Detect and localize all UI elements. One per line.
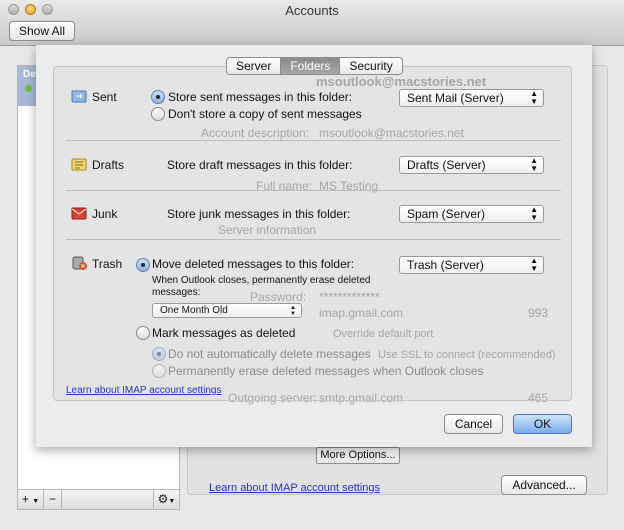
store-sent-label: Store sent messages in this folder: bbox=[168, 90, 353, 104]
junk-folder-select[interactable]: Spam (Server) ▲ ▼ bbox=[399, 205, 544, 223]
window-title: Accounts bbox=[285, 3, 339, 18]
gear-icon[interactable]: ⚙▼ bbox=[153, 490, 179, 509]
trash-folder-select[interactable]: Trash (Server) ▲ ▼ bbox=[399, 256, 544, 274]
advanced-button[interactable]: Advanced... bbox=[501, 475, 587, 495]
mark-deleted-label: Mark messages as deleted bbox=[152, 326, 296, 340]
trash-folder-icon bbox=[72, 256, 87, 270]
tab-folders[interactable]: Folders bbox=[281, 58, 341, 74]
tab-bar: Server Folders Security bbox=[226, 57, 403, 75]
tab-content: Sent Store sent messages in this folder:… bbox=[53, 66, 572, 401]
junk-text: Store junk messages in this folder: bbox=[167, 207, 351, 221]
sent-folder-icon bbox=[71, 90, 87, 103]
erase-age-select[interactable]: One Month Old ▲ ▼ bbox=[152, 303, 302, 318]
drafts-label: Drafts bbox=[92, 158, 125, 172]
mark-deleted-radio[interactable] bbox=[136, 326, 150, 340]
tab-security[interactable]: Security bbox=[340, 58, 401, 74]
show-all-button[interactable]: Show All bbox=[9, 21, 75, 41]
learn-imap-link[interactable]: Learn about IMAP account settings bbox=[66, 385, 221, 396]
title-bar: Accounts Show All bbox=[0, 0, 624, 46]
folders-sheet: Sent Store sent messages in this folder:… bbox=[36, 45, 592, 447]
status-online-icon bbox=[25, 85, 32, 92]
erase-on-close-radio[interactable] bbox=[152, 364, 166, 378]
drafts-folder-select[interactable]: Drafts (Server) ▲ ▼ bbox=[399, 156, 544, 174]
junk-folder-icon bbox=[71, 207, 87, 220]
divider bbox=[66, 140, 561, 141]
store-sent-radio[interactable] bbox=[151, 90, 165, 104]
more-options-button[interactable]: More Options... bbox=[316, 447, 400, 464]
account-list-item[interactable]: De bbox=[18, 66, 36, 106]
tab-server[interactable]: Server bbox=[227, 58, 282, 74]
erase-note: When Outlook closes, permanently erase d… bbox=[152, 275, 371, 298]
sent-folder-select[interactable]: Sent Mail (Server) ▲ ▼ bbox=[399, 89, 544, 107]
cancel-button[interactable]: Cancel bbox=[444, 414, 503, 434]
divider bbox=[66, 239, 561, 240]
add-account-button[interactable]: + ▼ bbox=[18, 490, 44, 509]
junk-label: Junk bbox=[92, 207, 118, 221]
drafts-text: Store draft messages in this folder: bbox=[167, 158, 353, 172]
remove-account-button[interactable]: − bbox=[44, 490, 62, 509]
sent-label: Sent bbox=[92, 90, 117, 104]
dont-store-sent-radio[interactable] bbox=[151, 107, 165, 121]
trash-label: Trash bbox=[92, 257, 123, 271]
ok-button[interactable]: OK bbox=[513, 414, 572, 434]
divider bbox=[66, 190, 561, 191]
dont-store-sent-label: Don't store a copy of sent messages bbox=[168, 107, 362, 121]
do-not-auto-delete-label: Do not automatically delete messages bbox=[168, 347, 371, 361]
do-not-auto-delete-radio[interactable] bbox=[152, 347, 166, 361]
learn-imap-link[interactable]: Learn about IMAP account settings bbox=[209, 482, 380, 494]
move-deleted-radio[interactable] bbox=[136, 258, 150, 272]
move-deleted-label: Move deleted messages to this folder: bbox=[152, 257, 355, 271]
erase-on-close-label: Permanently erase deleted messages when … bbox=[168, 364, 484, 378]
drafts-folder-icon bbox=[71, 158, 87, 171]
